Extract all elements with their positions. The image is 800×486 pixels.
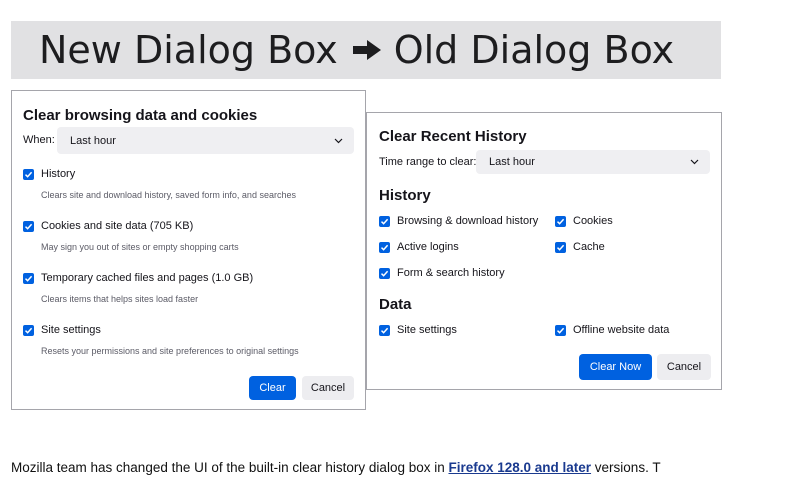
checkbox-label: Temporary cached files and pages (1.0 GB…: [41, 272, 254, 284]
checkbox-label: Offline website data: [573, 324, 670, 336]
clear-button[interactable]: Clear: [249, 376, 296, 400]
checkbox-checked-icon: [555, 215, 566, 227]
browsing-download-history-checkbox[interactable]: Browsing & download history: [379, 215, 538, 227]
comparison-banner: New Dialog Box Old Dialog Box: [11, 21, 721, 79]
clear-browsing-data-dialog: Clear browsing data and cookies When: La…: [11, 90, 366, 410]
chevron-down-icon: [334, 138, 343, 144]
time-range-select-value: Last hour: [489, 156, 535, 168]
active-logins-checkbox[interactable]: Active logins: [379, 241, 459, 253]
checkbox-checked-icon: [23, 220, 34, 232]
right-arrow-icon: [352, 39, 382, 61]
site-settings-checkbox[interactable]: Site settings: [379, 324, 457, 336]
checkbox-checked-icon: [379, 241, 390, 253]
dialog-title: Clear Recent History: [379, 128, 527, 145]
caption-text-before: Mozilla team has changed the UI of the b…: [11, 460, 449, 475]
checkbox-checked-icon: [379, 215, 390, 227]
checkbox-description: Clears items that helps sites load faste…: [41, 294, 199, 304]
checkbox-description: Clears site and download history, saved …: [41, 190, 296, 200]
dialog-title: Clear browsing data and cookies: [23, 107, 258, 124]
checkbox-label: Active logins: [397, 241, 459, 253]
checkbox-checked-icon: [379, 267, 390, 279]
data-section-heading: Data: [379, 296, 412, 313]
when-select[interactable]: Last hour: [57, 127, 354, 154]
checkbox-label: Site settings: [41, 324, 101, 336]
checkbox-label: Cache: [573, 241, 605, 253]
checkbox-checked-icon: [23, 168, 34, 180]
banner-left-text: New Dialog Box: [39, 28, 338, 72]
cached-files-checkbox[interactable]: Temporary cached files and pages (1.0 GB…: [23, 272, 253, 284]
offline-website-data-checkbox[interactable]: Offline website data: [555, 324, 669, 336]
caption-text-after: versions. T: [591, 460, 661, 475]
checkbox-description: Resets your permissions and site prefere…: [41, 346, 299, 356]
banner-right-text: Old Dialog Box: [393, 28, 675, 72]
form-search-history-checkbox[interactable]: Form & search history: [379, 267, 505, 279]
firefox-version-link[interactable]: Firefox 128.0 and later: [448, 460, 591, 475]
cookies-checkbox[interactable]: Cookies: [555, 215, 613, 227]
time-range-select[interactable]: Last hour: [476, 150, 710, 174]
checkbox-label: Browsing & download history: [397, 215, 539, 227]
checkbox-label: Cookies and site data (705 KB): [41, 220, 194, 232]
checkbox-label: Cookies: [573, 215, 613, 227]
cache-checkbox[interactable]: Cache: [555, 241, 605, 253]
when-select-value: Last hour: [70, 134, 116, 147]
clear-recent-history-dialog: Clear Recent History Time range to clear…: [366, 112, 722, 390]
checkbox-checked-icon: [555, 324, 566, 336]
site-settings-checkbox[interactable]: Site settings: [23, 324, 101, 336]
clear-now-button[interactable]: Clear Now: [579, 354, 652, 380]
checkbox-label: Site settings: [397, 324, 457, 336]
cookies-site-data-checkbox[interactable]: Cookies and site data (705 KB): [23, 220, 193, 232]
checkbox-checked-icon: [23, 324, 34, 336]
checkbox-label: Form & search history: [397, 267, 505, 279]
checkbox-label: History: [41, 168, 76, 180]
cancel-button[interactable]: Cancel: [302, 376, 354, 400]
article-caption: Mozilla team has changed the UI of the b…: [11, 460, 800, 475]
checkbox-checked-icon: [23, 272, 34, 284]
checkbox-description: May sign you out of sites or empty shopp…: [41, 242, 239, 252]
time-range-label: Time range to clear:: [379, 156, 477, 168]
when-label: When:: [23, 134, 55, 146]
checkbox-checked-icon: [379, 324, 390, 336]
history-checkbox[interactable]: History: [23, 168, 75, 180]
chevron-down-icon: [690, 159, 699, 165]
cancel-button[interactable]: Cancel: [657, 354, 711, 380]
history-section-heading: History: [379, 187, 431, 204]
checkbox-checked-icon: [555, 241, 566, 253]
